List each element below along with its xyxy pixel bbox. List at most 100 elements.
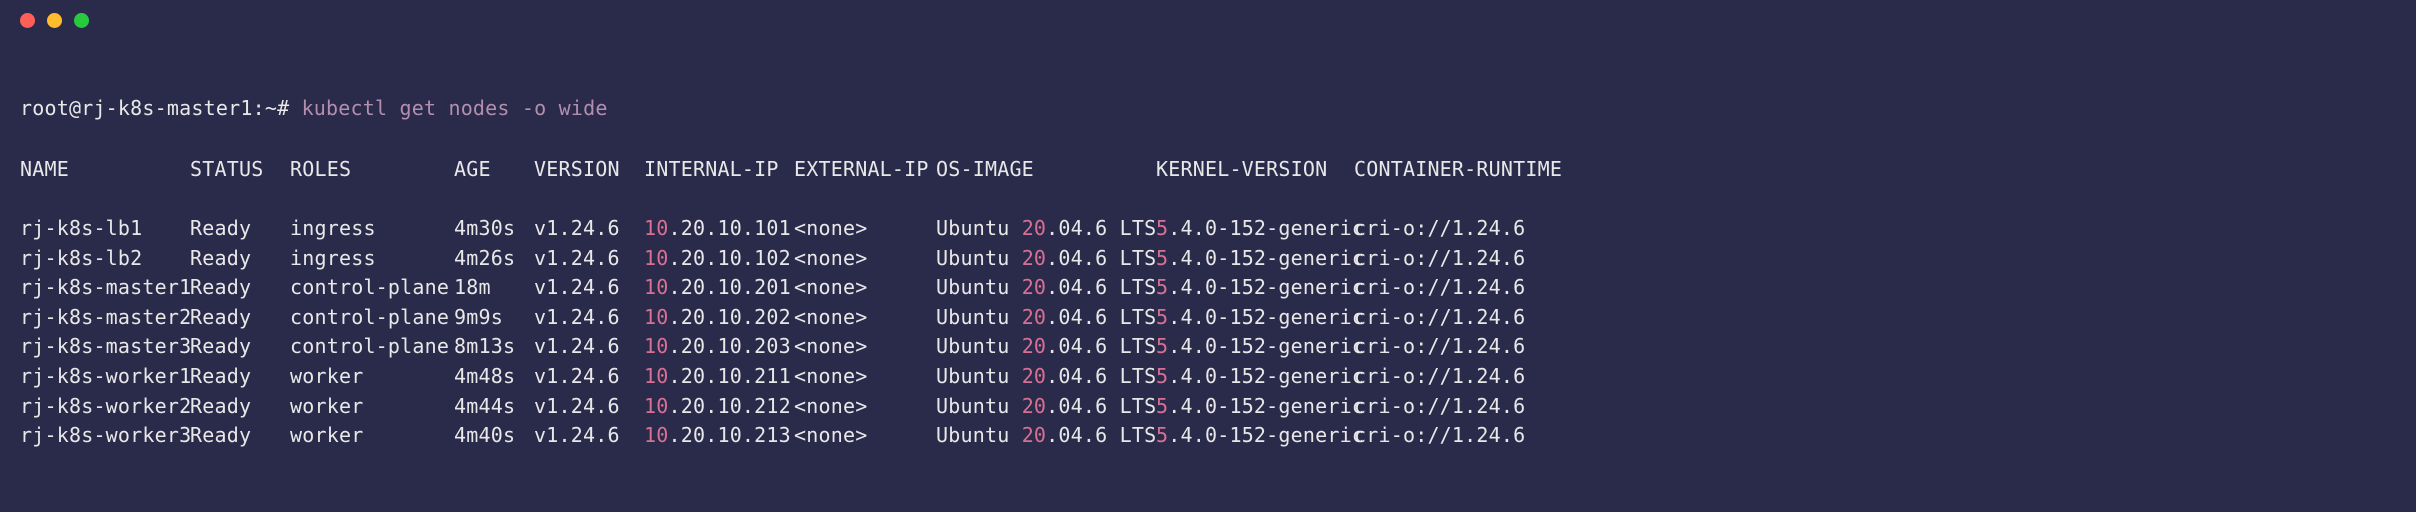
cell-node-name: rj-k8s-worker1: [20, 362, 190, 392]
cell-age: 8m13s: [454, 332, 534, 362]
cell-node-name: rj-k8s-worker2: [20, 392, 190, 422]
cell-node-name: rj-k8s-master1: [20, 273, 190, 303]
kernel-major: 5: [1156, 394, 1168, 418]
header-roles: ROLES: [290, 155, 454, 185]
cell-status: Ready: [190, 332, 290, 362]
os-version-major: 20: [1022, 216, 1046, 240]
cell-age: 18m: [454, 273, 534, 303]
cell-kernel-version: 5.4.0-152-generic: [1156, 273, 1354, 303]
cell-container-runtime: cri-o://1.24.6: [1354, 214, 1534, 244]
command-text: kubectl get nodes -o wide: [302, 96, 608, 120]
cell-kernel-version: 5.4.0-152-generic: [1156, 392, 1354, 422]
cell-internal-ip: 10.20.10.212: [644, 392, 794, 422]
table-header-row: NAMESTATUSROLESAGEVERSIONINTERNAL-IPEXTE…: [20, 155, 1556, 185]
terminal-window: root@rj-k8s-master1:~# kubectl get nodes…: [0, 0, 1576, 512]
cell-status: Ready: [190, 273, 290, 303]
header-name: NAME: [20, 155, 190, 185]
os-version-major: 20: [1022, 305, 1046, 329]
header-age: AGE: [454, 155, 534, 185]
cell-external-ip: <none>: [794, 273, 936, 303]
cell-os-image: Ubuntu 20.04.6 LTS: [936, 392, 1156, 422]
cell-node-name: rj-k8s-master2: [20, 303, 190, 333]
kernel-major: 5: [1156, 246, 1168, 270]
cell-status: Ready: [190, 244, 290, 274]
table-row: rj-k8s-master3Readycontrol-plane8m13sv1.…: [20, 332, 1556, 362]
cell-os-image: Ubuntu 20.04.6 LTS: [936, 303, 1156, 333]
cell-roles: ingress: [290, 244, 454, 274]
header-version: VERSION: [534, 155, 644, 185]
cell-os-image: Ubuntu 20.04.6 LTS: [936, 332, 1156, 362]
maximize-icon[interactable]: [74, 13, 89, 28]
cell-age: 4m40s: [454, 421, 534, 451]
os-version-major: 20: [1022, 364, 1046, 388]
cell-container-runtime: cri-o://1.24.6: [1354, 421, 1534, 451]
os-version-major: 20: [1022, 246, 1046, 270]
ip-first-octet: 10: [644, 275, 668, 299]
table-row: rj-k8s-worker2Readyworker4m44sv1.24.610.…: [20, 392, 1556, 422]
ip-first-octet: 10: [644, 216, 668, 240]
cell-os-image: Ubuntu 20.04.6 LTS: [936, 421, 1156, 451]
table-row: rj-k8s-worker3Readyworker4m40sv1.24.610.…: [20, 421, 1556, 451]
cell-version: v1.24.6: [534, 421, 644, 451]
ip-first-octet: 10: [644, 334, 668, 358]
cell-node-name: rj-k8s-master3: [20, 332, 190, 362]
table-row: rj-k8s-master1Readycontrol-plane18mv1.24…: [20, 273, 1556, 303]
cell-external-ip: <none>: [794, 303, 936, 333]
cell-kernel-version: 5.4.0-152-generic: [1156, 332, 1354, 362]
os-version-major: 20: [1022, 394, 1046, 418]
os-version-major: 20: [1022, 275, 1046, 299]
cell-internal-ip: 10.20.10.213: [644, 421, 794, 451]
cell-age: 4m30s: [454, 214, 534, 244]
cell-version: v1.24.6: [534, 303, 644, 333]
cell-roles: control-plane: [290, 273, 454, 303]
cell-roles: worker: [290, 362, 454, 392]
kernel-major: 5: [1156, 305, 1168, 329]
cell-age: 4m26s: [454, 244, 534, 274]
cell-age: 9m9s: [454, 303, 534, 333]
table-row: rj-k8s-lb2Readyingress4m26sv1.24.610.20.…: [20, 244, 1556, 274]
cell-os-image: Ubuntu 20.04.6 LTS: [936, 362, 1156, 392]
window-titlebar: [0, 0, 1576, 40]
cell-version: v1.24.6: [534, 214, 644, 244]
cell-version: v1.24.6: [534, 392, 644, 422]
header-os-image: OS-IMAGE: [936, 155, 1156, 185]
cell-status: Ready: [190, 421, 290, 451]
cell-internal-ip: 10.20.10.211: [644, 362, 794, 392]
cell-external-ip: <none>: [794, 421, 936, 451]
cell-container-runtime: cri-o://1.24.6: [1354, 244, 1534, 274]
ip-first-octet: 10: [644, 364, 668, 388]
terminal-content[interactable]: root@rj-k8s-master1:~# kubectl get nodes…: [0, 40, 1576, 512]
cell-container-runtime: cri-o://1.24.6: [1354, 303, 1534, 333]
prompt-line: root@rj-k8s-master1:~# kubectl get nodes…: [20, 94, 1556, 124]
cell-version: v1.24.6: [534, 362, 644, 392]
table-row: rj-k8s-lb1Readyingress4m30sv1.24.610.20.…: [20, 214, 1556, 244]
header-kernel-version: KERNEL-VERSION: [1156, 155, 1354, 185]
cell-status: Ready: [190, 392, 290, 422]
kernel-major: 5: [1156, 423, 1168, 447]
cell-status: Ready: [190, 362, 290, 392]
header-internal-ip: INTERNAL-IP: [644, 155, 794, 185]
cell-container-runtime: cri-o://1.24.6: [1354, 362, 1534, 392]
cell-kernel-version: 5.4.0-152-generic: [1156, 362, 1354, 392]
cell-internal-ip: 10.20.10.101: [644, 214, 794, 244]
cell-container-runtime: cri-o://1.24.6: [1354, 332, 1534, 362]
cell-container-runtime: cri-o://1.24.6: [1354, 273, 1534, 303]
minimize-icon[interactable]: [47, 13, 62, 28]
kernel-major: 5: [1156, 216, 1168, 240]
cell-node-name: rj-k8s-lb2: [20, 244, 190, 274]
prompt-user-host: root@rj-k8s-master1:~: [20, 96, 277, 120]
cell-external-ip: <none>: [794, 214, 936, 244]
cell-external-ip: <none>: [794, 244, 936, 274]
kernel-major: 5: [1156, 334, 1168, 358]
header-status: STATUS: [190, 155, 290, 185]
kernel-major: 5: [1156, 275, 1168, 299]
cell-node-name: rj-k8s-lb1: [20, 214, 190, 244]
table-row: rj-k8s-worker1Readyworker4m48sv1.24.610.…: [20, 362, 1556, 392]
cell-internal-ip: 10.20.10.203: [644, 332, 794, 362]
prompt-hash: #: [277, 96, 289, 120]
cell-status: Ready: [190, 303, 290, 333]
close-icon[interactable]: [20, 13, 35, 28]
header-external-ip: EXTERNAL-IP: [794, 155, 936, 185]
cell-os-image: Ubuntu 20.04.6 LTS: [936, 244, 1156, 274]
cell-version: v1.24.6: [534, 273, 644, 303]
